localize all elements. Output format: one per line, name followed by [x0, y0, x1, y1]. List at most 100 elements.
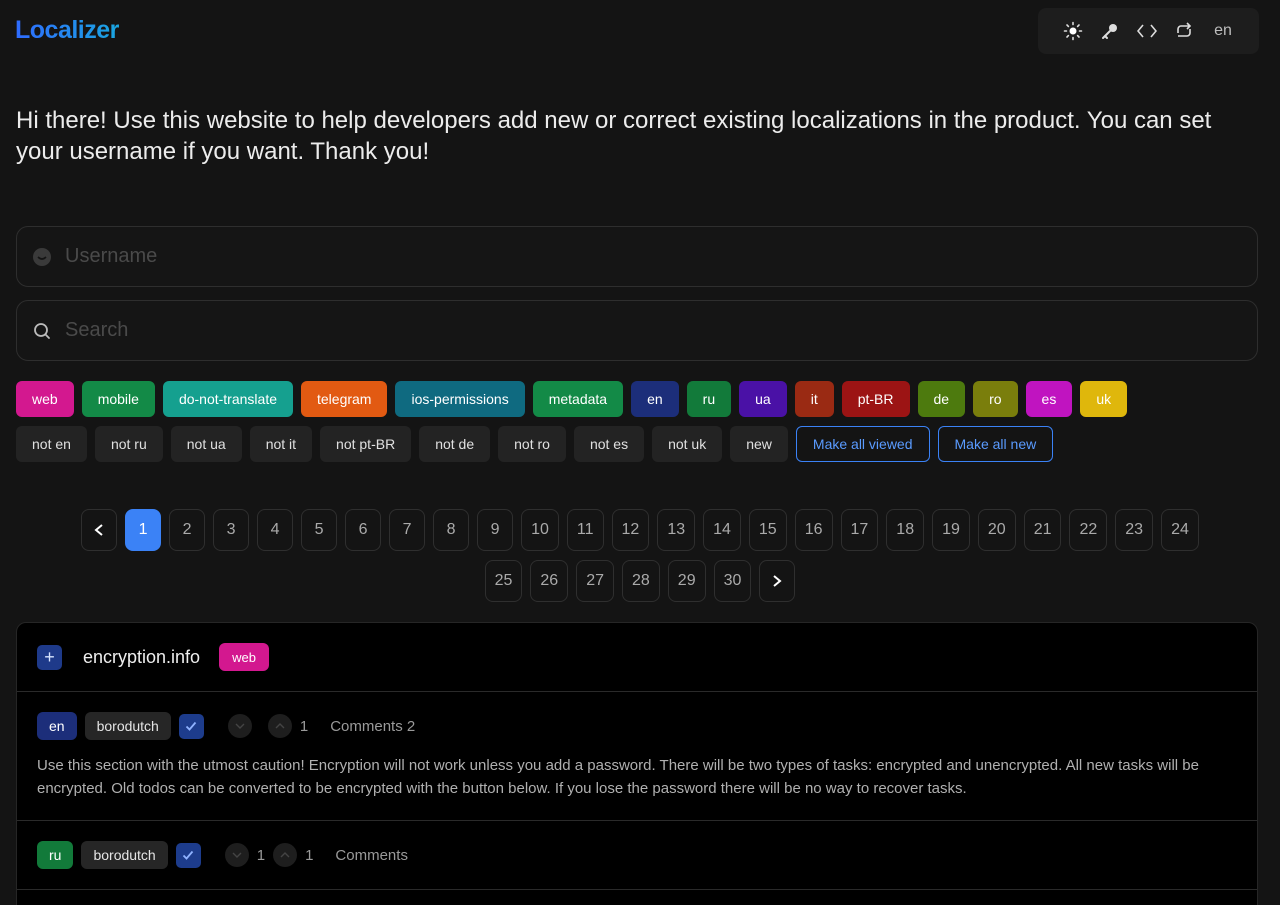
check-icon [186, 721, 197, 731]
downvote-button[interactable] [224, 843, 249, 867]
intro-text: Hi there! Use this website to help devel… [16, 107, 1212, 165]
sun-icon [1063, 21, 1082, 41]
page-15-button[interactable]: 15 [748, 509, 787, 551]
tag-ios-permissions[interactable]: ios-permissions [395, 381, 525, 417]
upvote-button[interactable] [267, 714, 292, 738]
username-input[interactable] [65, 245, 1165, 268]
filter-not-uk[interactable]: not uk [652, 426, 723, 462]
tag-pt-BR[interactable]: pt-BR [841, 381, 910, 417]
code-icon [1137, 24, 1158, 38]
page-7-button[interactable]: 7 [389, 509, 426, 551]
search-input[interactable] [65, 319, 1165, 342]
filter-not-es[interactable]: not es [573, 426, 645, 462]
page-8-button[interactable]: 8 [433, 509, 470, 551]
translation-text: Use this section with the utmost caution… [37, 757, 1199, 797]
search-icon [32, 321, 52, 341]
chevron-down-icon [235, 723, 245, 729]
tag-ru[interactable]: ru [686, 381, 732, 417]
filter-not-ro[interactable]: not ro [498, 426, 566, 462]
page-13-button[interactable]: 13 [657, 509, 696, 551]
page-4-button[interactable]: 4 [257, 509, 294, 551]
page-1-button[interactable]: 1 [125, 509, 162, 551]
filter-not-ua[interactable]: not ua [170, 426, 242, 462]
search-field[interactable] [16, 300, 1258, 361]
filter-new[interactable]: new [730, 426, 788, 462]
refresh-icon [1177, 22, 1192, 37]
upvote-count: 1 [305, 846, 314, 864]
page-21-button[interactable]: 21 [1023, 509, 1062, 551]
page-25-button[interactable]: 25 [484, 560, 523, 602]
page-24-button[interactable]: 24 [1161, 509, 1199, 551]
comments-link[interactable]: Comments 2 [330, 718, 415, 735]
tag-telegram[interactable]: telegram [301, 381, 388, 417]
filter-not-en[interactable]: not en [16, 426, 87, 462]
page-14-button[interactable]: 14 [703, 509, 741, 551]
page-6-button[interactable]: 6 [345, 509, 382, 551]
username-field[interactable] [16, 226, 1258, 287]
page-19-button[interactable]: 19 [932, 509, 970, 551]
plus-icon: + [44, 646, 55, 667]
page-28-button[interactable]: 28 [622, 560, 660, 602]
downvote-button[interactable] [227, 714, 252, 738]
page-30-button[interactable]: 30 [713, 560, 752, 602]
tag-do-not-translate[interactable]: do-not-translate [162, 381, 293, 417]
comments-link[interactable]: Comments [335, 847, 408, 864]
tag-ua[interactable]: ua [739, 381, 787, 417]
page-17-button[interactable]: 17 [840, 509, 879, 551]
page-20-button[interactable]: 20 [977, 509, 1016, 551]
upvote-button[interactable] [273, 843, 298, 867]
downvote-count: 1 [256, 846, 266, 864]
code-button[interactable] [1129, 8, 1166, 54]
page-11-button[interactable]: 11 [566, 509, 604, 551]
page-18-button[interactable]: 18 [886, 509, 925, 551]
page-27-button[interactable]: 27 [576, 560, 614, 602]
page-10-button[interactable]: 10 [521, 509, 559, 551]
page-29-button[interactable]: 29 [667, 560, 706, 602]
make-all-viewed-button[interactable]: Make all viewed [795, 426, 930, 462]
refresh-button[interactable] [1166, 8, 1203, 54]
next-page-button[interactable] [759, 560, 796, 602]
entry-author: borodutch [81, 841, 168, 869]
page-23-button[interactable]: 23 [1115, 509, 1154, 551]
page-2-button[interactable]: 2 [169, 509, 206, 551]
page-16-button[interactable]: 16 [794, 509, 833, 551]
localization-key: encryption.info [83, 646, 201, 667]
tag-uk[interactable]: uk [1080, 381, 1128, 417]
key-tag[interactable]: web [219, 643, 269, 671]
tag-de[interactable]: de [917, 381, 966, 417]
language-selector[interactable]: en [1203, 17, 1243, 45]
page-5-button[interactable]: 5 [301, 509, 338, 551]
tag-it[interactable]: it [794, 381, 834, 417]
tag-web[interactable]: web [16, 381, 74, 417]
filter-not-it[interactable]: not it [249, 426, 313, 462]
page-22-button[interactable]: 22 [1069, 509, 1108, 551]
translation-entry: ru borodutch 1 1 Comments [17, 821, 1257, 890]
chevron-up-icon [275, 723, 285, 729]
filter-not-ru[interactable]: not ru [94, 426, 163, 462]
tag-mobile[interactable]: mobile [81, 381, 155, 417]
approved-checkbox[interactable] [178, 713, 204, 739]
entry-author: borodutch [84, 712, 171, 740]
key-icon [1101, 24, 1117, 39]
pagination-row-2: 25 26 27 28 29 30 [0, 560, 1280, 602]
page-3-button[interactable]: 3 [213, 509, 250, 551]
page-9-button[interactable]: 9 [477, 509, 514, 551]
key-button[interactable] [1091, 8, 1128, 54]
make-all-new-button[interactable]: Make all new [937, 426, 1054, 462]
localization-card: + encryption.info web en borodutch 1 Commen… [16, 622, 1258, 905]
check-icon [183, 850, 194, 860]
approved-checkbox[interactable] [175, 842, 201, 868]
add-translation-button[interactable]: + [37, 644, 62, 670]
page-12-button[interactable]: 12 [611, 509, 650, 551]
prev-page-button[interactable] [81, 509, 118, 551]
filter-not-de[interactable]: not de [419, 426, 491, 462]
tag-metadata[interactable]: metadata [532, 381, 624, 417]
tag-ro[interactable]: ro [973, 381, 1018, 417]
filter-not-pt-BR[interactable]: not pt-BR [320, 426, 412, 462]
tag-es[interactable]: es [1025, 381, 1073, 417]
tag-en[interactable]: en [631, 381, 679, 417]
page-26-button[interactable]: 26 [530, 560, 569, 602]
chevron-left-icon [94, 524, 103, 536]
chevron-up-icon [280, 852, 290, 858]
theme-toggle-button[interactable] [1054, 8, 1091, 54]
